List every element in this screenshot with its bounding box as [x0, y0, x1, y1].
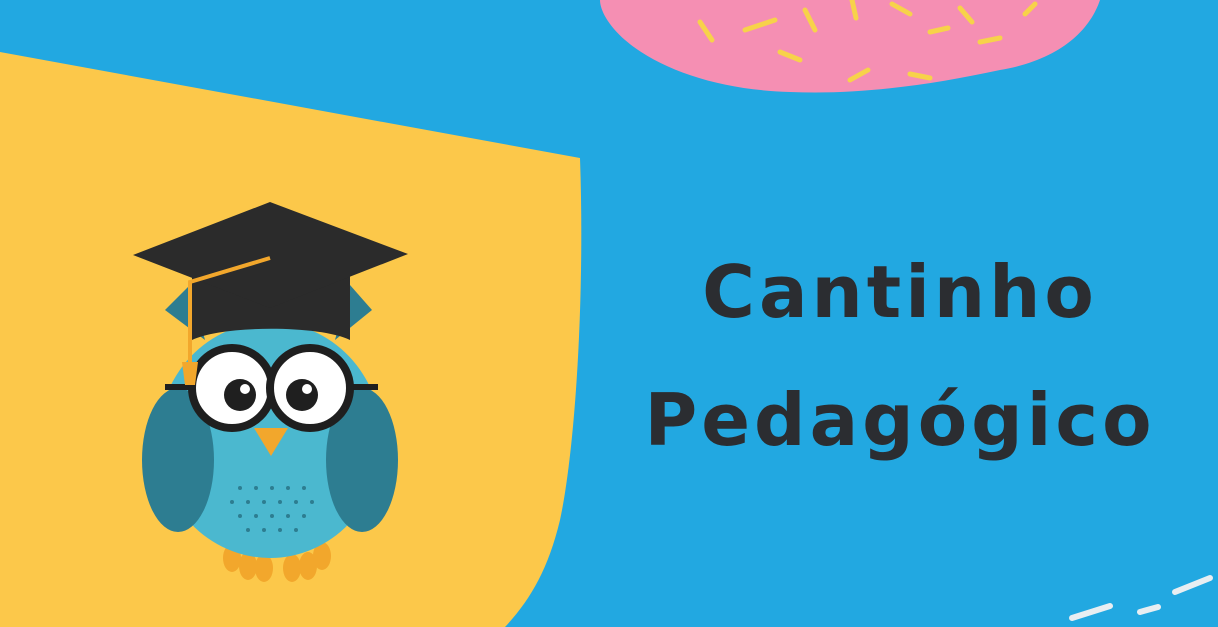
title-line-2: Pedagógico: [644, 378, 1156, 462]
thumbnail-scene: Cantinho Pedagógico: [0, 0, 1218, 627]
page-title: Cantinho Pedagógico: [640, 228, 1160, 484]
white-dashes: [1069, 575, 1213, 621]
owl-icon: [133, 202, 408, 582]
title-line-1: Cantinho: [702, 250, 1098, 334]
